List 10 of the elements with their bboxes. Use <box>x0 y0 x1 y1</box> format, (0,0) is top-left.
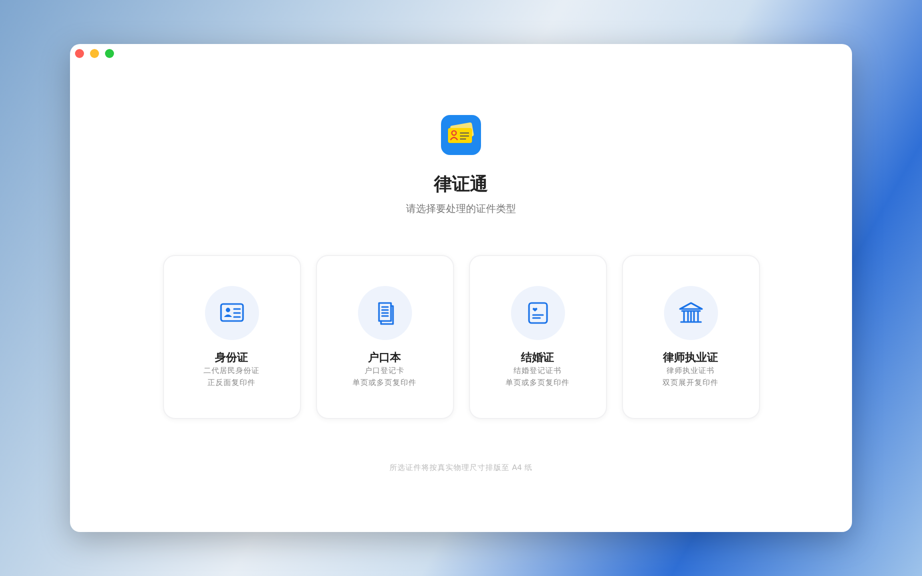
app-title: 律证通 <box>434 173 488 197</box>
close-button[interactable] <box>75 49 84 58</box>
card-title: 结婚证 <box>521 350 554 365</box>
card-title: 身份证 <box>215 350 248 365</box>
card-title: 户口本 <box>368 350 401 365</box>
app-subtitle: 请选择要处理的证件类型 <box>406 203 516 217</box>
app-icon <box>441 115 481 155</box>
zoom-button[interactable] <box>105 49 114 58</box>
minimize-button[interactable] <box>90 49 99 58</box>
card-title: 律师执业证 <box>663 350 718 365</box>
